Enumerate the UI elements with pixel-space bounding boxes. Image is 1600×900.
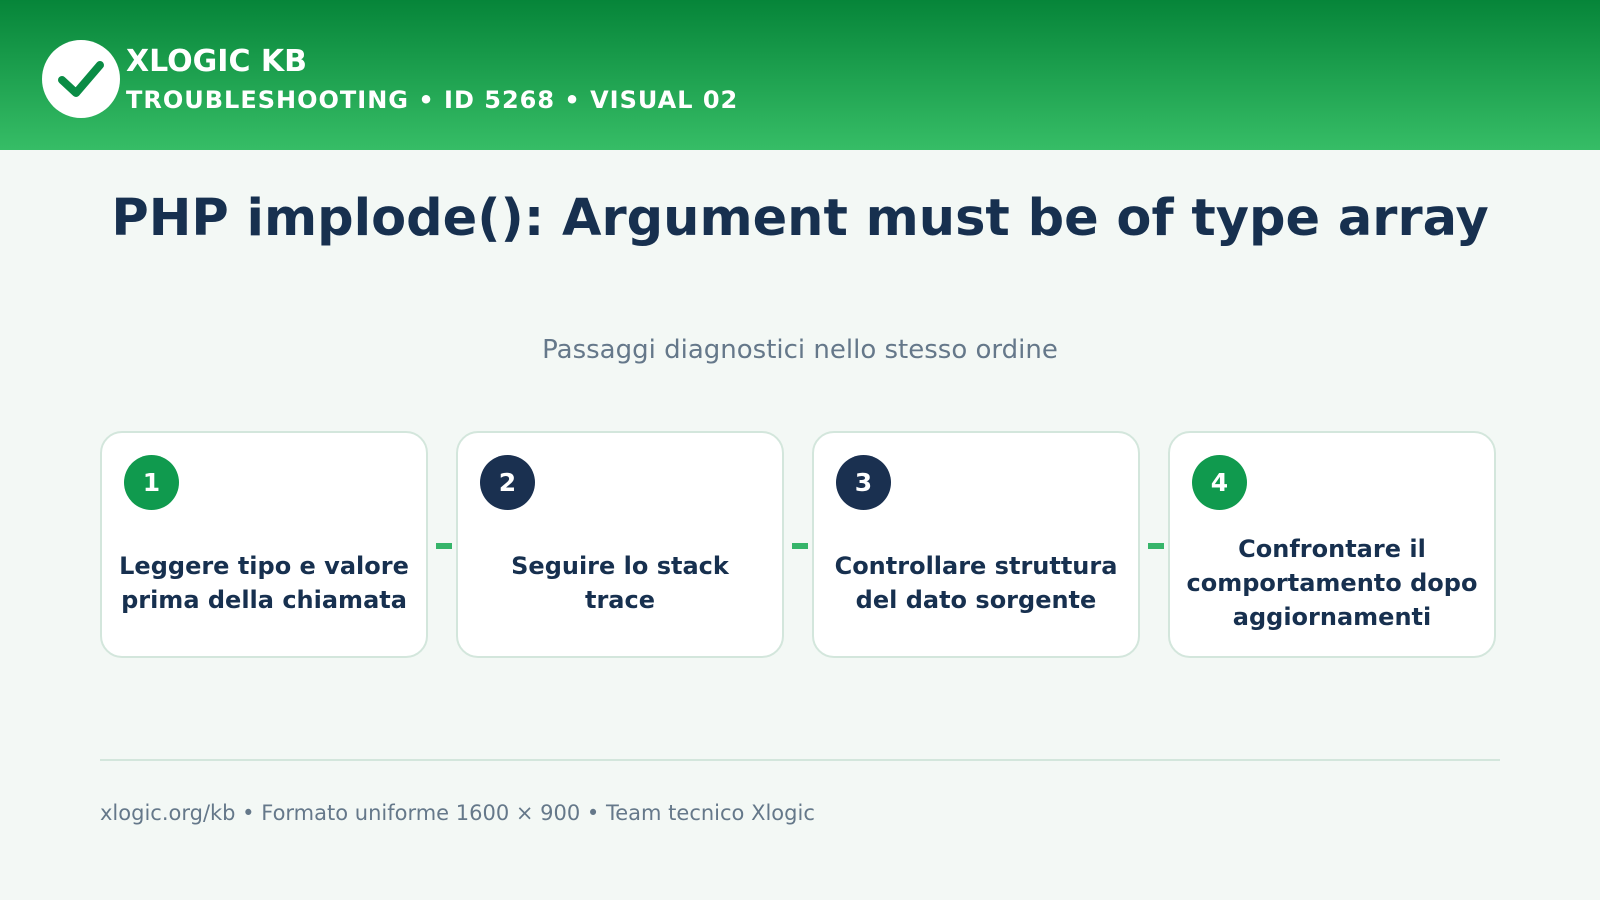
step-connector: [1148, 543, 1164, 549]
step-card-2: 2 Seguire lo stack trace: [456, 431, 784, 658]
step-number-badge: 2: [480, 455, 535, 510]
step-text: Confrontare il comportamento dopo aggior…: [1186, 534, 1478, 631]
footer-divider: [100, 759, 1500, 761]
step-card-3: 3 Controllare struttura del dato sorgent…: [812, 431, 1140, 658]
check-icon: [58, 61, 104, 97]
step-connector: [792, 543, 808, 549]
step-number-badge: 3: [836, 455, 891, 510]
logo: [42, 40, 120, 118]
step-text: Controllare struttura del dato sorgente: [834, 551, 1118, 614]
step-number-badge: 1: [124, 455, 179, 510]
step-text: Seguire lo stack trace: [511, 551, 729, 614]
page-title: PHP implode(): Argument must be of type …: [111, 189, 1489, 248]
brand-subtitle: TROUBLESHOOTING • ID 5268 • VISUAL 02: [126, 86, 739, 114]
header-banner: XLOGIC KB TROUBLESHOOTING • ID 5268 • VI…: [0, 0, 1600, 150]
page-subtitle: Passaggi diagnostici nello stesso ordine: [542, 335, 1058, 365]
step-card-1: 1 Leggere tipo e valore prima della chia…: [100, 431, 428, 658]
step-connector: [436, 543, 452, 549]
step-card-4: 4 Confrontare il comportamento dopo aggi…: [1168, 431, 1496, 658]
brand-name: XLOGIC KB: [126, 44, 308, 79]
footer-text: xlogic.org/kb • Formato uniforme 1600 × …: [100, 801, 815, 825]
step-number-badge: 4: [1192, 455, 1247, 510]
step-text: Leggere tipo e valore prima della chiama…: [119, 551, 409, 614]
